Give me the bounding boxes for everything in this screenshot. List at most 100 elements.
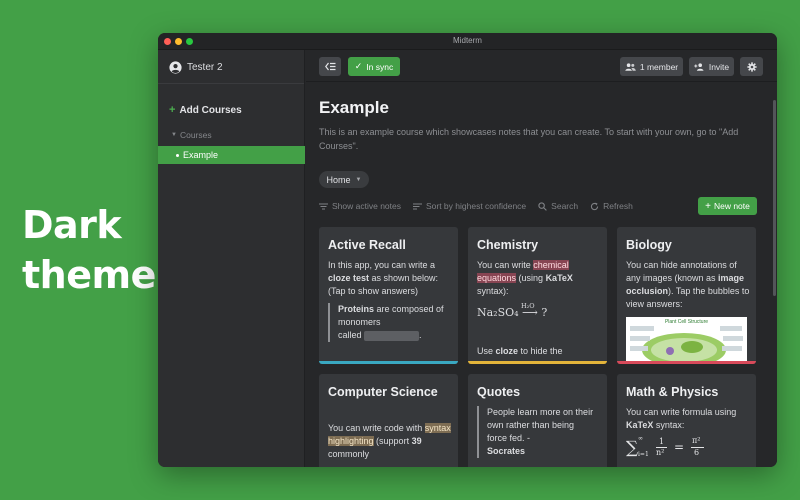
note-card-active-recall[interactable]: Active Recall In this app, you can write… [319,227,458,364]
invite-button[interactable]: Invite [689,57,734,76]
main-content: ✓ In sync 1 member Invite Example This i… [306,50,777,467]
caret-down-icon: ▼ [171,132,177,138]
search-label: Search [551,201,579,211]
invite-label: Invite [708,61,730,72]
refresh-label: Refresh [603,201,633,211]
quote-text: People learn more on their own rather th… [487,407,594,443]
bullet-icon [176,153,179,157]
note-text-bold: 39 [411,436,422,446]
note-card-body: In this app, you can write a cloze test … [328,259,452,298]
note-text: . [419,330,422,340]
note-card-title: Quotes [477,385,521,399]
sidebar: Tester 2 + Add Courses ▼ Courses Example [158,50,305,467]
promo-line-2: theme [22,253,156,297]
note-text: (support [373,436,412,446]
note-card-body: You can write chemical equations (using … [477,259,601,298]
course-description: This is an example course which showcase… [319,127,739,151]
card-accent-bar [468,361,607,364]
toolbar: ✓ In sync 1 member Invite [306,50,777,82]
sidebar-divider [158,83,304,84]
note-card-body: You can write code with syntax highlight… [328,422,452,461]
note-card-computer-science[interactable]: Computer Science You can write code with… [319,374,458,467]
members-button[interactable]: 1 member [620,57,683,76]
search-button[interactable]: Search [538,201,578,211]
sync-status-button[interactable]: ✓ In sync [348,57,400,76]
note-card-chemistry[interactable]: Chemistry You can write chemical equatio… [468,227,607,364]
sort-label: Sort by highest confidence [425,201,527,211]
note-card-body: You can write formula using KaTeX syntax… [626,406,750,432]
note-text: (using [516,273,546,283]
add-courses-button[interactable]: + Add Courses [169,104,242,116]
new-note-button[interactable]: + New note [698,197,757,215]
formula-text: Na₂SO₄ ⟶ ? [477,306,548,319]
note-card-biology[interactable]: Biology You can hide annotations of any … [617,227,756,364]
note-text-bold: cloze [495,346,519,356]
collapse-sidebar-button[interactable] [319,57,341,76]
note-text-bold: KaTeX [626,420,654,430]
note-blockquote: People learn more on their own rather th… [477,406,595,458]
note-card-title: Chemistry [477,238,539,252]
formula-equals: = [674,440,685,454]
add-person-icon [694,62,704,71]
courses-section-label: Courses [179,130,212,140]
sync-status-label: In sync [366,61,394,72]
sort-icon [412,203,422,209]
card-accent-bar [617,361,756,364]
note-text-bold: cloze test [328,273,370,283]
settings-button[interactable] [740,57,763,76]
new-note-label: New note [713,201,750,211]
plus-icon: + [169,104,176,116]
note-card-math-physics[interactable]: Math & Physics You can write formula usi… [617,374,756,467]
search-icon [538,201,547,211]
note-text-bold: KaTeX [545,273,573,283]
section-filter-dropdown[interactable]: Home ▼ [319,171,369,188]
note-text: called [338,330,365,340]
formula-rhs-den: 6 [694,448,700,457]
note-card-title: Computer Science [328,385,438,399]
refresh-button[interactable]: Refresh [590,201,633,211]
note-card-title: Biology [626,238,672,252]
note-text: Use [477,346,496,356]
user-name: Tester 2 [187,61,223,73]
app-window: Midterm Tester 2 + Add Courses ▼ Courses… [158,33,777,467]
user-avatar-icon [169,60,182,74]
plant-cell-image[interactable]: Plant Cell Structure [626,317,747,362]
sidebar-item-example[interactable]: Example [158,146,305,164]
note-text: to hide the [518,346,563,356]
card-accent-bar [319,361,458,364]
course-title: Example [319,98,389,117]
formula-sum-symbol: ∑ [626,438,639,458]
note-text-bold: Proteins [338,304,375,314]
filter-icon [319,203,328,209]
show-active-notes-label: Show active notes [332,201,401,211]
note-card-body-2: Use cloze to hide the [477,345,601,358]
promo-line-1: Dark [22,203,122,247]
plus-icon: + [705,200,711,212]
plant-cell-diagram-icon [630,326,743,362]
note-text: syntax: [653,420,685,430]
gear-icon [746,61,757,72]
checkmark-icon: ✓ [354,61,363,71]
add-courses-label: Add Courses [179,104,242,116]
sidebar-item-label: Example [183,150,219,160]
section-filter-value: Home [326,174,351,185]
formula-rhs-num: π² [692,436,701,445]
note-text: syntax): [477,286,509,296]
cloze-hidden-answer[interactable] [364,330,420,341]
note-card-title: Active Recall [328,238,406,252]
formula-sum-lower: i=1 [638,451,649,458]
people-icon [625,62,636,71]
members-label: 1 member [639,61,679,72]
title-bar: Midterm [158,33,777,50]
courses-section-toggle[interactable]: ▼ Courses [171,130,212,140]
user-account[interactable]: Tester 2 [169,60,223,74]
show-active-notes-button[interactable]: Show active notes [319,201,401,211]
scrollbar[interactable] [773,100,776,296]
note-text: You can write [477,260,534,270]
sort-button[interactable]: Sort by highest confidence [412,201,527,211]
note-card-quotes[interactable]: Quotes People learn more on their own ra… [468,374,607,467]
note-card-body: You can hide annotations of any images (… [626,259,750,311]
caret-down-icon: ▼ [355,176,362,183]
formula-frac-num: 1 [659,437,665,446]
notes-actions-bar: Show active notes Sort by highest confid… [319,197,633,215]
